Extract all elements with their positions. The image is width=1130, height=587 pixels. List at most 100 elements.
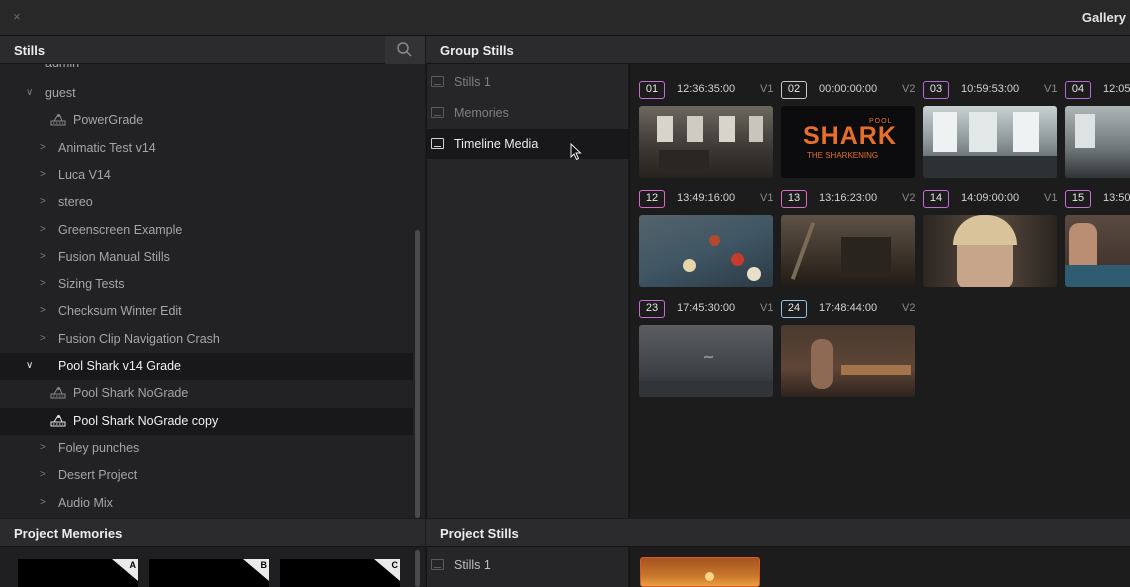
tree-item-audio-mix[interactable]: > Audio Mix xyxy=(0,490,413,517)
image-icon xyxy=(431,107,444,118)
tree-item-fusion-manual-stills[interactable]: > Fusion Manual Stills xyxy=(0,244,413,271)
chevron-right-icon[interactable]: > xyxy=(40,224,52,235)
tree-item-label: Pool Shark NoGrade copy xyxy=(73,413,219,428)
tree-item-pool-shark-v14-grade[interactable]: ∨ Pool Shark v14 Grade xyxy=(0,353,413,380)
tree-item-label: Animatic Test v14 xyxy=(58,140,156,155)
project-stills-grid xyxy=(629,547,1130,587)
stills-header-label: Stills xyxy=(14,43,46,58)
still-timecode: 13:16:23:00 xyxy=(819,192,878,204)
album-item-memories[interactable]: Memories xyxy=(427,98,629,128)
project-stills-label: Project Stills xyxy=(440,526,519,541)
still-thumbnail-24[interactable]: 24 17:48:44:00 V2 xyxy=(781,300,921,397)
still-timecode: 13:49:16:00 xyxy=(677,192,736,204)
memory-slot-c[interactable]: C xyxy=(280,559,400,587)
still-track: V1 xyxy=(760,192,774,204)
tree-item-greenscreen-example[interactable]: > Greenscreen Example xyxy=(0,217,413,244)
still-image xyxy=(639,215,773,287)
tree-item-desert-project[interactable]: > Desert Project xyxy=(0,462,413,489)
tree-item-animatic-test-v14[interactable]: > Animatic Test v14 xyxy=(0,135,413,162)
still-thumbnail-23[interactable]: 23 17:45:30:00 V1 ~ xyxy=(639,300,779,397)
project-still-thumb[interactable] xyxy=(640,557,760,587)
chevron-right-icon[interactable]: > xyxy=(40,497,52,508)
chevron-right-icon[interactable]: > xyxy=(40,169,52,180)
chevron-down-icon[interactable]: ∨ xyxy=(26,360,38,371)
chevron-right-icon[interactable]: > xyxy=(40,142,52,153)
tree-item-label: Luca V14 xyxy=(58,167,111,182)
stills-grid: 01 12:36:35:00 V1 02 00:00:00:00 V2 POOL SHARK T… xyxy=(629,64,1130,518)
tree-item-partial[interactable]: > admin xyxy=(0,64,413,77)
image-icon xyxy=(431,559,444,570)
still-track: V2 xyxy=(902,302,916,314)
still-image xyxy=(923,215,1057,287)
album-item-stills-1[interactable]: Stills 1 xyxy=(427,550,629,580)
still-thumbnail-04[interactable]: 04 12:05 xyxy=(1065,81,1130,178)
memory-slot-a[interactable]: A xyxy=(18,559,138,587)
tree-item-label: Foley punches xyxy=(58,440,140,455)
chevron-right-icon[interactable]: > xyxy=(40,333,52,344)
tree-item-label: Audio Mix xyxy=(58,495,113,510)
memory-slot-b[interactable]: B xyxy=(149,559,269,587)
still-image xyxy=(781,215,915,287)
still-image xyxy=(639,106,773,178)
still-number-badge: 02 xyxy=(781,81,807,99)
still-image xyxy=(781,325,915,397)
still-track: V2 xyxy=(902,192,916,204)
still-track: V2 xyxy=(902,83,916,95)
tree-item-fusion-clip-navigation-crash[interactable]: > Fusion Clip Navigation Crash xyxy=(0,326,413,353)
group-stills-header: Group Stills xyxy=(426,36,1130,64)
close-icon[interactable]: × xyxy=(13,9,21,24)
title-card-big: SHARK xyxy=(803,122,897,150)
search-icon[interactable] xyxy=(385,36,425,64)
chevron-right-icon[interactable]: > xyxy=(40,196,52,207)
tree-item-powergrade[interactable]: PowerGrade xyxy=(0,107,413,134)
chevron-right-icon[interactable]: > xyxy=(40,251,52,262)
still-thumbnail-01[interactable]: 01 12:36:35:00 V1 xyxy=(639,81,779,178)
tree-item-label: Pool Shark NoGrade xyxy=(73,386,189,401)
project-memories-label: Project Memories xyxy=(14,526,123,541)
still-image xyxy=(1065,106,1130,178)
still-timecode: 13:50 xyxy=(1103,192,1130,204)
still-thumbnail-13[interactable]: 13 13:16:23:00 V2 xyxy=(781,190,921,287)
chevron-right-icon[interactable]: > xyxy=(40,278,52,289)
chevron-right-icon[interactable]: > xyxy=(40,442,52,453)
image-icon xyxy=(431,138,444,149)
still-timecode: 12:36:35:00 xyxy=(677,83,736,95)
still-timecode: 00:00:00:00 xyxy=(819,83,878,95)
still-number-badge: 04 xyxy=(1065,81,1091,99)
still-timecode: 17:45:30:00 xyxy=(677,302,736,314)
image-icon xyxy=(431,76,444,87)
still-image: ~ xyxy=(639,325,773,397)
still-image xyxy=(923,106,1057,178)
still-thumbnail-02[interactable]: 02 00:00:00:00 V2 POOL SHARK THE SHARKENING xyxy=(781,81,921,178)
still-thumbnail-14[interactable]: 14 14:09:00:00 V1 xyxy=(923,190,1063,287)
tree-item-checksum-winter-edit[interactable]: > Checksum Winter Edit xyxy=(0,298,413,325)
tree-item-sizing-tests[interactable]: > Sizing Tests xyxy=(0,271,413,298)
chevron-right-icon[interactable]: > xyxy=(40,469,52,480)
still-number-badge: 13 xyxy=(781,190,807,208)
chevron-down-icon[interactable]: ∨ xyxy=(26,87,38,98)
still-track: V1 xyxy=(760,83,774,95)
memories-scrollbar[interactable] xyxy=(415,550,420,587)
group-stills-label: Group Stills xyxy=(440,43,514,58)
memories-strip: A B C xyxy=(0,547,425,587)
album-item-stills-1[interactable]: Stills 1 xyxy=(427,67,629,97)
tree-item-luca-v14[interactable]: > Luca V14 xyxy=(0,162,413,189)
tree-item-guest[interactable]: ∨ guest xyxy=(0,80,413,107)
tree-item-foley-punches[interactable]: > Foley punches xyxy=(0,435,413,462)
tree-item-label: guest xyxy=(45,86,76,100)
tree-item-pool-shark-nograde[interactable]: Pool Shark NoGrade xyxy=(0,380,413,407)
tree-scrollbar[interactable] xyxy=(415,230,420,518)
still-thumbnail-12[interactable]: 12 13:49:16:00 V1 xyxy=(639,190,779,287)
album-item-timeline-media[interactable]: Timeline Media xyxy=(427,129,629,159)
tree-item-pool-shark-nograde-copy[interactable]: Pool Shark NoGrade copy xyxy=(0,407,413,435)
tree-item-stereo[interactable]: > stereo xyxy=(0,189,413,216)
still-number-badge: 14 xyxy=(923,190,949,208)
still-timecode: 17:48:44:00 xyxy=(819,302,878,314)
chevron-right-icon[interactable]: > xyxy=(40,305,52,316)
stills-panel-header: Stills xyxy=(0,36,425,64)
tree-item-label: Checksum Winter Edit xyxy=(58,304,182,319)
still-thumbnail-15[interactable]: 15 13:50 xyxy=(1065,190,1130,287)
tree-item-label: Pool Shark v14 Grade xyxy=(58,359,181,373)
still-thumbnail-03[interactable]: 03 10:59:53:00 V1 xyxy=(923,81,1063,178)
title-card-sub: THE SHARKENING xyxy=(807,151,879,160)
